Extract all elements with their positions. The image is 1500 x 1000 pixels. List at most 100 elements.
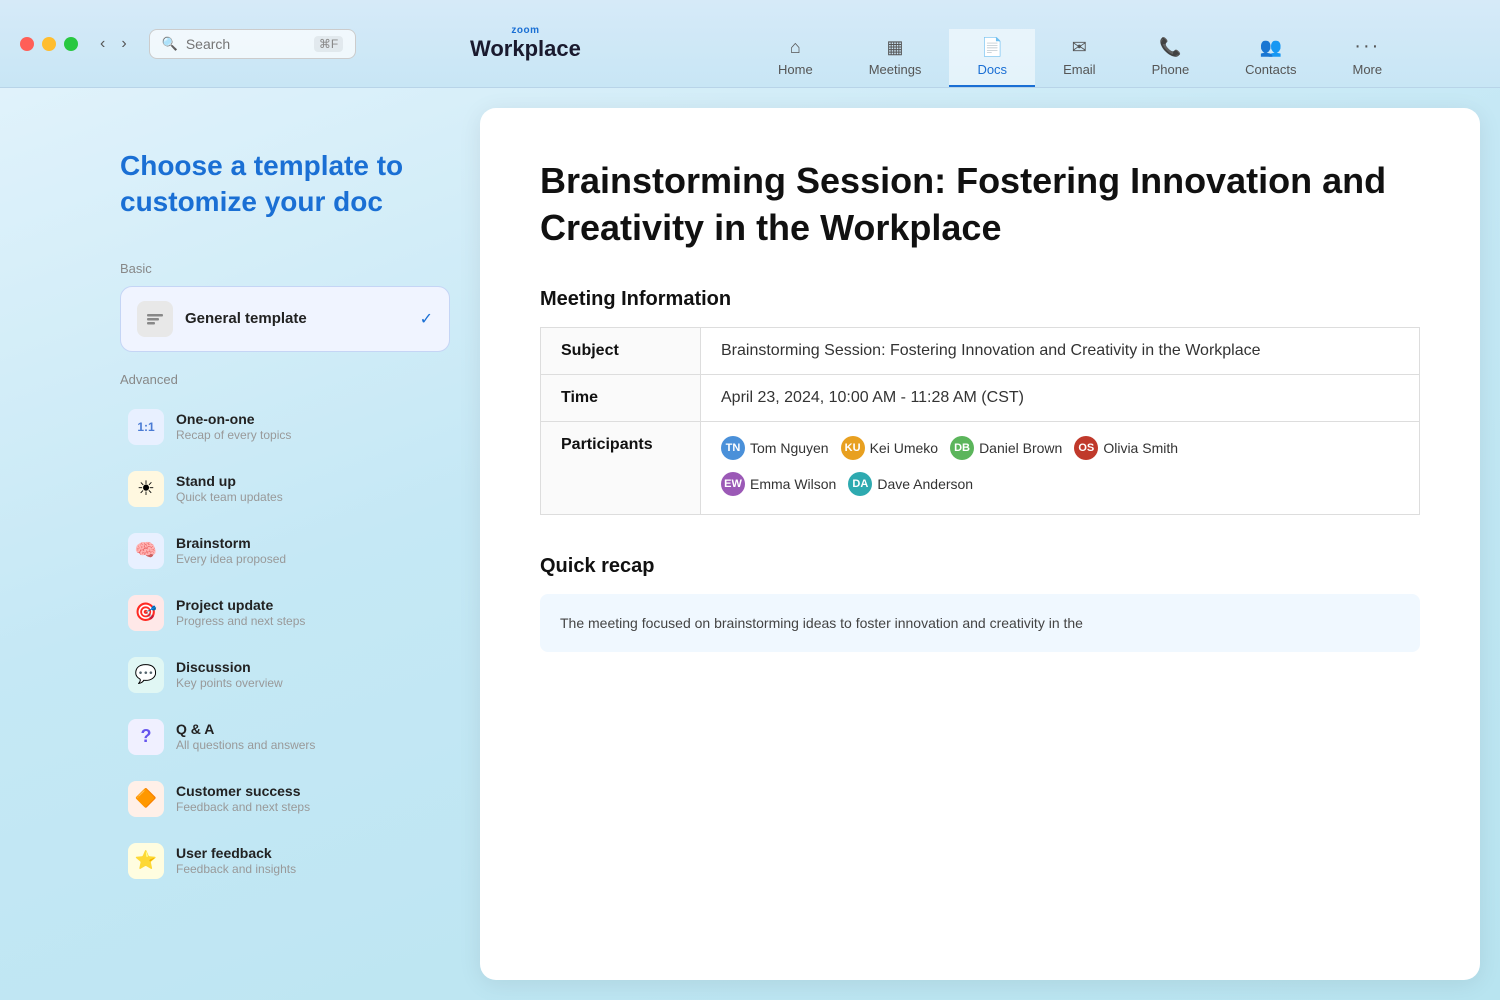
recap-box: The meeting focused on brainstorming ide… [540, 594, 1420, 652]
participant: KUKei Umeko [841, 436, 938, 460]
qa-info: Q & A All questions and answers [176, 721, 442, 752]
discussion-desc: Key points overview [176, 676, 442, 690]
customer-success-info: Customer success Feedback and next steps [176, 783, 442, 814]
tab-docs[interactable]: 📄 Docs [949, 29, 1035, 87]
tab-meetings-label: Meetings [869, 62, 922, 77]
template-picker: Choose a template to customize your doc … [0, 88, 480, 1000]
participant: EWEmma Wilson [721, 472, 836, 496]
docs-icon: 📄 [981, 37, 1003, 58]
maximize-button[interactable] [64, 37, 78, 51]
tab-more[interactable]: ··· More [1324, 27, 1410, 87]
traffic-lights [20, 37, 78, 51]
brand-zoom-label: zoom [511, 25, 539, 36]
one-on-one-info: One-on-one Recap of every topics [176, 411, 442, 442]
standup-desc: Quick team updates [176, 490, 442, 504]
general-template-name: General template [185, 310, 408, 327]
page-title: Choose a template to customize your doc [120, 148, 450, 221]
qa-icon: ? [128, 719, 164, 755]
time-value: April 23, 2024, 10:00 AM - 11:28 AM (CST… [701, 374, 1420, 421]
tab-email-label: Email [1063, 62, 1096, 77]
brand-name-label: Workplace [470, 36, 581, 62]
participant: DADave Anderson [848, 472, 973, 496]
template-project-update[interactable]: 🎯 Project update Progress and next steps [120, 583, 450, 643]
forward-button[interactable]: › [115, 31, 132, 57]
one-on-one-icon: 1:1 [128, 409, 164, 445]
brainstorm-desc: Every idea proposed [176, 552, 442, 566]
tab-phone-label: Phone [1152, 62, 1190, 77]
doc-title: Brainstorming Session: Fostering Innovat… [540, 158, 1420, 252]
brainstorm-icon: 🧠 [128, 533, 164, 569]
one-on-one-desc: Recap of every topics [176, 428, 442, 442]
tab-phone[interactable]: 📞 Phone [1124, 29, 1218, 87]
search-input[interactable] [186, 36, 306, 52]
user-feedback-name: User feedback [176, 845, 442, 861]
brand: zoom Workplace [470, 25, 581, 62]
titlebar: ‹ › 🔍 ⌘F zoom Workplace ⌂ Home ▦ Meeting… [0, 0, 1500, 88]
contacts-icon: 👥 [1260, 37, 1282, 58]
table-row-subject: Subject Brainstorming Session: Fostering… [541, 327, 1420, 374]
email-icon: ✉ [1072, 37, 1087, 58]
participants-cell: TNTom Nguyen KUKei Umeko DBDaniel Brown OSO… [701, 421, 1420, 514]
tab-contacts-label: Contacts [1245, 62, 1296, 77]
template-qa[interactable]: ? Q & A All questions and answers [120, 707, 450, 767]
tab-email[interactable]: ✉ Email [1035, 29, 1124, 87]
home-icon: ⌂ [790, 37, 801, 58]
phone-icon: 📞 [1159, 37, 1181, 58]
selected-check-icon: ✓ [420, 309, 433, 329]
nav-arrows: ‹ › [94, 31, 133, 57]
template-discussion[interactable]: 💬 Discussion Key points overview [120, 645, 450, 705]
one-on-one-name: One-on-one [176, 411, 442, 427]
recap-text: The meeting focused on brainstorming ide… [560, 615, 1083, 631]
time-label: Time [541, 374, 701, 421]
user-feedback-icon: ⭐ [128, 843, 164, 879]
table-row-participants: Participants TNTom Nguyen KUKei Umeko DBDa… [541, 421, 1420, 514]
brainstorm-name: Brainstorm [176, 535, 442, 551]
more-icon: ··· [1354, 35, 1380, 58]
discussion-info: Discussion Key points overview [176, 659, 442, 690]
template-user-feedback[interactable]: ⭐ User feedback Feedback and insights [120, 831, 450, 891]
standup-name: Stand up [176, 473, 442, 489]
project-update-name: Project update [176, 597, 442, 613]
qa-desc: All questions and answers [176, 738, 442, 752]
template-customer-success[interactable]: 🔶 Customer success Feedback and next ste… [120, 769, 450, 829]
template-one-on-one[interactable]: 1:1 One-on-one Recap of every topics [120, 397, 450, 457]
user-feedback-info: User feedback Feedback and insights [176, 845, 442, 876]
subject-value: Brainstorming Session: Fostering Innovat… [701, 327, 1420, 374]
back-button[interactable]: ‹ [94, 31, 111, 57]
tab-more-label: More [1352, 62, 1382, 77]
participant: DBDaniel Brown [950, 436, 1062, 460]
subject-label: Subject [541, 327, 701, 374]
search-shortcut: ⌘F [314, 36, 343, 52]
tab-home[interactable]: ⌂ Home [750, 29, 841, 87]
template-brainstorm[interactable]: 🧠 Brainstorm Every idea proposed [120, 521, 450, 581]
discussion-icon: 💬 [128, 657, 164, 693]
main-content: Choose a template to customize your doc … [0, 88, 1500, 1000]
tab-meetings[interactable]: ▦ Meetings [841, 29, 950, 87]
participant: TNTom Nguyen [721, 436, 829, 460]
template-standup[interactable]: ☀ Stand up Quick team updates [120, 459, 450, 519]
customer-success-name: Customer success [176, 783, 442, 799]
minimize-button[interactable] [42, 37, 56, 51]
project-update-desc: Progress and next steps [176, 614, 442, 628]
participants-list: TNTom Nguyen KUKei Umeko DBDaniel Brown OSO… [721, 436, 1399, 500]
search-bar[interactable]: 🔍 ⌘F [149, 29, 357, 59]
nav-tabs: ⌂ Home ▦ Meetings 📄 Docs ✉ Email 📞 Phone… [750, 0, 1410, 87]
tab-home-label: Home [778, 62, 813, 77]
project-update-icon: 🎯 [128, 595, 164, 631]
advanced-label: Advanced [120, 372, 450, 387]
discussion-name: Discussion [176, 659, 442, 675]
qa-name: Q & A [176, 721, 442, 737]
participant: OSOlivia Smith [1074, 436, 1178, 460]
table-row-time: Time April 23, 2024, 10:00 AM - 11:28 AM… [541, 374, 1420, 421]
tab-docs-label: Docs [977, 62, 1007, 77]
participants-label: Participants [541, 421, 701, 514]
standup-info: Stand up Quick team updates [176, 473, 442, 504]
meetings-icon: ▦ [887, 37, 904, 58]
search-icon: 🔍 [162, 36, 178, 52]
template-general[interactable]: General template ✓ [120, 286, 450, 352]
general-template-icon [137, 301, 173, 337]
close-button[interactable] [20, 37, 34, 51]
tab-contacts[interactable]: 👥 Contacts [1217, 29, 1324, 87]
recap-heading: Quick recap [540, 555, 1420, 578]
preview-panel: Brainstorming Session: Fostering Innovat… [480, 108, 1480, 980]
